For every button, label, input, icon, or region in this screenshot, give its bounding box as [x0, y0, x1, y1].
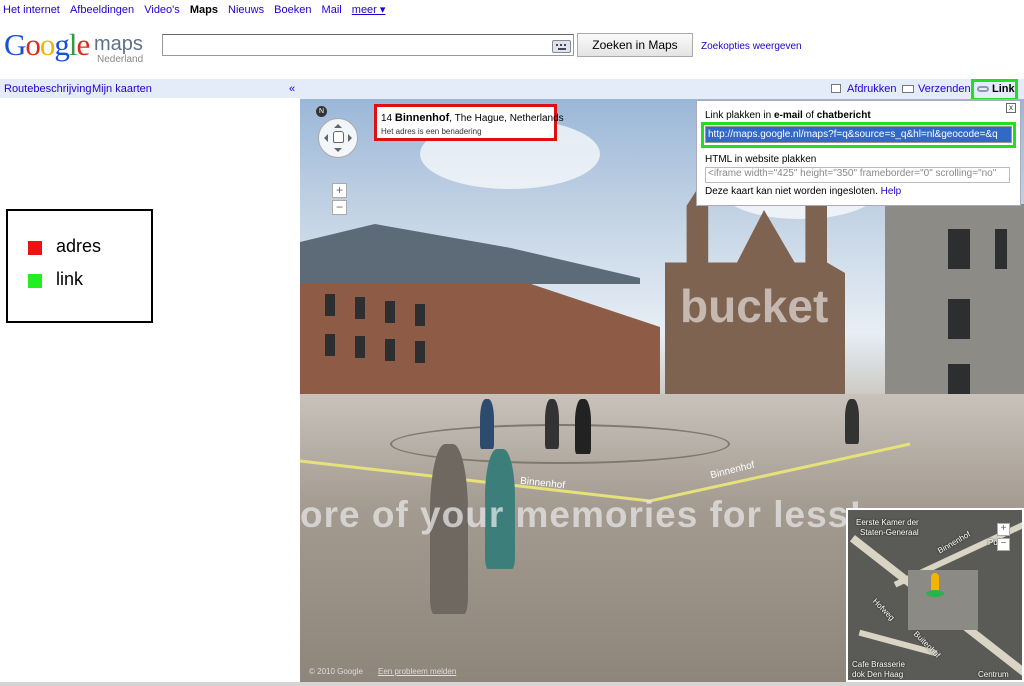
minimap-label: Eerste Kamer der [856, 518, 919, 527]
search-input[interactable] [162, 34, 574, 56]
email-mid: of [802, 110, 817, 121]
google-maps-logo[interactable]: Google maps Nederland [4, 28, 149, 70]
zoom-in-button[interactable]: + [332, 183, 347, 198]
search-options-link[interactable]: Zoekopties weergeven [701, 41, 802, 52]
email-bold: e-mail [773, 110, 803, 121]
address-box: 14 Binnenhof, The Hague, Netherlands Het… [374, 104, 564, 141]
email-prefix: Link plakken in [705, 110, 774, 121]
logo-region: Nederland [97, 54, 144, 65]
sidebar-header: Routebeschrijving Mijn kaarten « [0, 79, 300, 98]
legend-label-link: link [56, 269, 84, 289]
minimap-label: Hofweg [870, 596, 897, 623]
close-icon[interactable]: x [1006, 103, 1016, 113]
minimap-label: Centrum [978, 670, 1009, 679]
zoom-out-button[interactable]: − [332, 200, 347, 215]
compass-icon[interactable]: N [316, 106, 327, 117]
minimap-label: dok Den Haag [852, 670, 904, 679]
nav-videos[interactable]: Video's [144, 4, 180, 16]
embed-notice: Deze kaart kan niet worden ingesloten. H… [705, 186, 901, 197]
bottom-border [0, 682, 1024, 686]
pegman-base [926, 590, 944, 597]
chat-bold: chatbericht [816, 110, 871, 121]
report-problem-link[interactable]: Een probleem melden [378, 667, 456, 676]
pan-right-icon[interactable] [348, 134, 356, 142]
copyright: © 2010 Google [309, 667, 363, 676]
legend-label-address: adres [56, 236, 102, 256]
top-nav: Het internet Afbeeldingen Video's Maps N… [0, 0, 1024, 20]
minimap-zoom-in[interactable]: + [997, 523, 1010, 536]
send-link[interactable]: Verzenden [918, 83, 971, 95]
pan-up-icon[interactable] [334, 120, 342, 128]
nav-web[interactable]: Het internet [3, 4, 60, 16]
embed-code-field[interactable]: <iframe width="425" height="350" framebo… [705, 167, 1010, 183]
nav-maps[interactable]: Maps [190, 4, 218, 16]
nav-news[interactable]: Nieuws [228, 4, 264, 16]
email-instruction: Link plakken in e-mail of chatbericht [705, 110, 871, 121]
watermark-text: ore of your memories for less! [300, 494, 863, 535]
address-number: 14 [381, 113, 395, 124]
pan-left-icon[interactable] [320, 134, 328, 142]
link-url-field[interactable]: http://maps.google.nl/maps?f=q&source=s_… [705, 126, 1012, 143]
address-street: Binnenhof [394, 112, 450, 124]
hand-icon[interactable] [333, 131, 344, 143]
nav-mail[interactable]: Mail [322, 4, 342, 16]
address-line: 14 Binnenhof, The Hague, Netherlands [381, 112, 564, 124]
not-embeddable-text: Deze kaart kan niet worden ingesloten. [705, 186, 878, 197]
pegman-icon[interactable] [931, 573, 939, 591]
keyboard-icon[interactable] [552, 40, 571, 53]
help-link[interactable]: Help [881, 186, 902, 197]
legend-swatch-green [28, 274, 42, 288]
watermark-bucket: bucket [680, 280, 829, 332]
legend-box: adres link [6, 209, 153, 323]
printer-icon[interactable] [831, 84, 841, 93]
link-button[interactable]: Link [992, 83, 1015, 95]
link-chain-icon[interactable] [977, 86, 989, 92]
address-note: Het adres is een benadering [381, 127, 482, 136]
pan-down-icon[interactable] [334, 148, 342, 156]
legend-swatch-red [28, 241, 42, 255]
envelope-icon[interactable] [902, 85, 914, 93]
embed-label: HTML in website plakken [705, 154, 817, 165]
logo-product: maps [94, 33, 143, 55]
print-link[interactable]: Afdrukken [847, 83, 897, 95]
minimap-label: Staten-Generaal [860, 528, 919, 537]
map-toolbar: Afdrukken Verzenden Link [300, 79, 1024, 101]
route-link[interactable]: Routebeschrijving [4, 83, 91, 95]
search-maps-button[interactable]: Zoeken in Maps [577, 33, 693, 57]
my-maps-link[interactable]: Mijn kaarten [92, 83, 152, 95]
nav-books[interactable]: Boeken [274, 4, 311, 16]
minimap-label: Cafe Brasserie [852, 660, 905, 669]
minimap-zoom-out[interactable]: − [997, 538, 1010, 551]
nav-images[interactable]: Afbeeldingen [70, 4, 134, 16]
address-city: , The Hague, Netherlands [449, 113, 564, 124]
collapse-sidebar-icon[interactable]: « [289, 83, 295, 95]
nav-more[interactable]: meer ▾ [352, 4, 386, 16]
